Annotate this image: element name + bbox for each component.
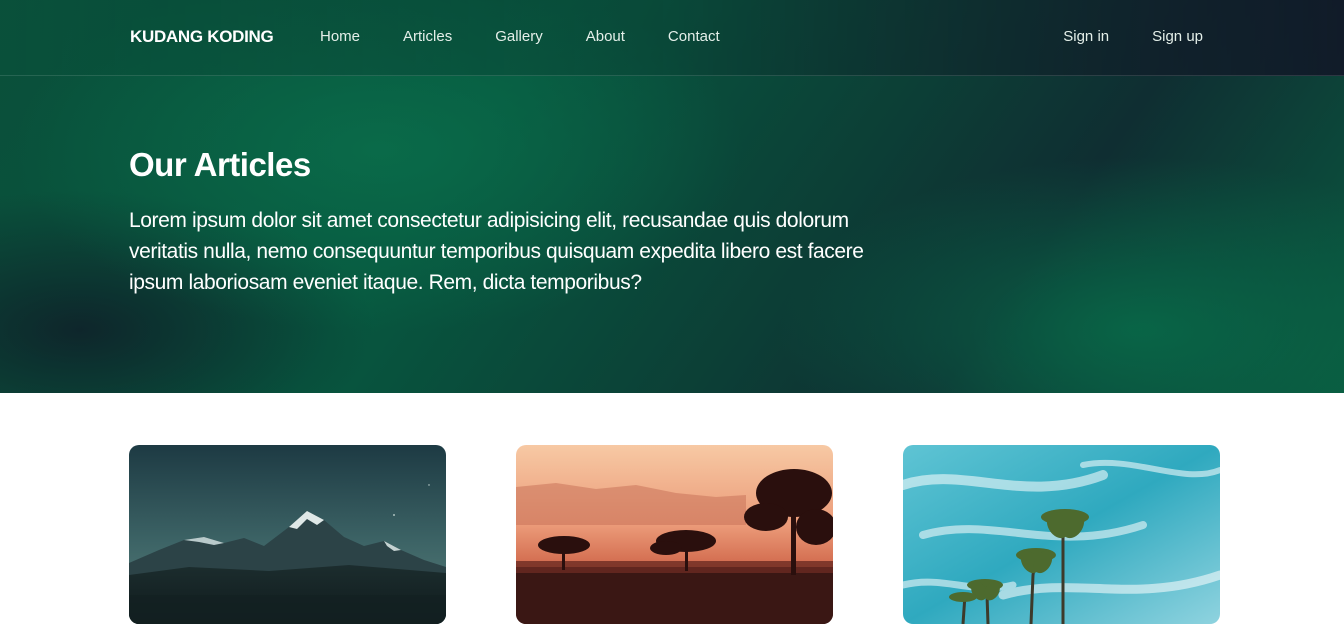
article-card[interactable] — [129, 445, 446, 624]
palm-trees-sky-image — [903, 445, 1220, 624]
nav-item-gallery[interactable]: Gallery — [495, 28, 543, 45]
savanna-sunset-image — [516, 445, 833, 624]
nav-item-articles[interactable]: Articles — [403, 28, 452, 45]
hero-description: Lorem ipsum dolor sit amet consectetur a… — [129, 209, 864, 294]
brand-logo[interactable]: KUDANG KODING — [130, 27, 274, 47]
sign-in-link[interactable]: Sign in — [1063, 28, 1109, 45]
main-nav: Home Articles Gallery About Contact — [320, 28, 763, 45]
article-card[interactable] — [903, 445, 1220, 624]
article-cards — [129, 445, 1221, 625]
top-navbar: KUDANG KODING Home Articles Gallery Abou… — [0, 0, 1344, 76]
nav-item-contact[interactable]: Contact — [668, 28, 720, 45]
auth-links: Sign in Sign up — [1020, 28, 1203, 45]
article-card[interactable] — [516, 445, 833, 624]
sign-up-link[interactable]: Sign up — [1152, 28, 1203, 45]
hero-section: KUDANG KODING Home Articles Gallery Abou… — [0, 0, 1344, 393]
mountain-night-image — [129, 445, 446, 624]
nav-item-about[interactable]: About — [586, 28, 625, 45]
nav-item-home[interactable]: Home — [320, 28, 360, 45]
page-title: Our Articles — [129, 146, 311, 183]
